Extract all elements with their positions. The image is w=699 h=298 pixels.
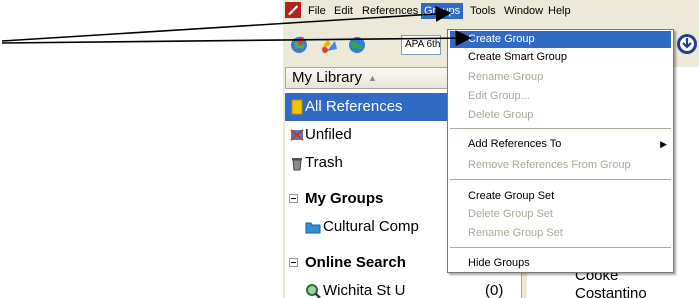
menu-item-delete-group-set[interactable]: Delete Group Set xyxy=(450,206,671,223)
menu-item-create-smart-group[interactable]: Create Smart Group xyxy=(450,49,671,66)
library-header-label: My Library xyxy=(292,69,363,86)
menu-item-rename-group-set[interactable]: Rename Group Set xyxy=(450,225,671,242)
collapse-icon[interactable] xyxy=(289,194,298,203)
sort-ascending-icon: ▲ xyxy=(368,73,377,84)
menu-references[interactable]: References xyxy=(359,3,421,19)
folder-icon xyxy=(305,222,321,234)
menu-separator xyxy=(450,179,671,180)
menu-item-label: Delete Group xyxy=(468,109,534,121)
result-count: (0) xyxy=(485,282,504,298)
menu-item-rename-group[interactable]: Rename Group xyxy=(450,69,671,86)
menu-window[interactable]: Window xyxy=(501,3,546,19)
menu-item-label: Rename Group xyxy=(468,71,544,83)
online-globe-icon[interactable] xyxy=(347,35,367,55)
all-references-icon xyxy=(291,99,303,115)
menu-item-label: Create Group xyxy=(468,33,535,45)
unfiled-icon xyxy=(290,129,304,141)
menu-item-label: Rename Group Set xyxy=(468,227,563,239)
sidebar-item-label: Trash xyxy=(305,154,343,171)
sidebar-item-label: All References xyxy=(305,98,403,115)
collapse-icon[interactable] xyxy=(289,258,298,267)
help-icon[interactable] xyxy=(676,33,698,55)
menu-item-create-group[interactable]: Create Group xyxy=(450,31,671,48)
menu-item-edit-group[interactable]: Edit Group... xyxy=(450,88,671,105)
trash-icon xyxy=(292,158,302,171)
groups-menu: Create Group Create Smart Group Rename G… xyxy=(447,29,674,273)
menu-item-remove-references[interactable]: Remove References From Group xyxy=(450,157,671,174)
sidebar-group-label: Online Search xyxy=(305,254,406,271)
submenu-arrow-icon: ▶ xyxy=(660,139,667,149)
menu-item-label: Add References To xyxy=(468,138,562,150)
menu-item-label: Create Smart Group xyxy=(468,51,568,63)
sidebar-item-label: Unfiled xyxy=(305,126,352,143)
menu-tools[interactable]: Tools xyxy=(467,3,499,19)
menu-separator xyxy=(450,247,671,248)
menu-file[interactable]: File xyxy=(305,3,329,19)
menu-item-label: Delete Group Set xyxy=(468,208,553,220)
menu-edit[interactable]: Edit xyxy=(331,3,356,19)
menu-item-create-group-set[interactable]: Create Group Set xyxy=(450,188,671,205)
sidebar-item-online-search[interactable]: Wichita St U (0) xyxy=(285,277,521,298)
menu-item-label: Remove References From Group xyxy=(468,159,631,171)
menu-bar: File Edit References Groups Tools Window… xyxy=(283,0,699,21)
menu-item-label: Create Group Set xyxy=(468,190,555,202)
menu-item-delete-group[interactable]: Delete Group xyxy=(450,107,671,124)
menu-groups[interactable]: Groups xyxy=(421,3,464,19)
reference-author[interactable]: Costantino xyxy=(575,285,647,298)
sidebar-group-label: My Groups xyxy=(305,190,384,207)
endnote-app-icon[interactable] xyxy=(285,2,301,18)
menu-item-add-references-to[interactable]: Add References To ▶ xyxy=(450,136,671,153)
magnifier-icon xyxy=(306,284,321,298)
globe-search-icon[interactable] xyxy=(289,35,309,55)
menu-separator xyxy=(450,128,671,129)
menu-item-label: Edit Group... xyxy=(468,90,530,102)
menu-help[interactable]: Help xyxy=(545,3,574,19)
menu-item-hide-groups[interactable]: Hide Groups xyxy=(450,255,671,272)
output-style-select[interactable]: APA 6th xyxy=(401,35,441,55)
sidebar-item-label: Wichita St U xyxy=(323,282,406,298)
sidebar-item-label: Cultural Comp xyxy=(323,218,419,235)
menu-item-label: Hide Groups xyxy=(468,257,530,269)
connect-icon[interactable] xyxy=(319,35,339,55)
